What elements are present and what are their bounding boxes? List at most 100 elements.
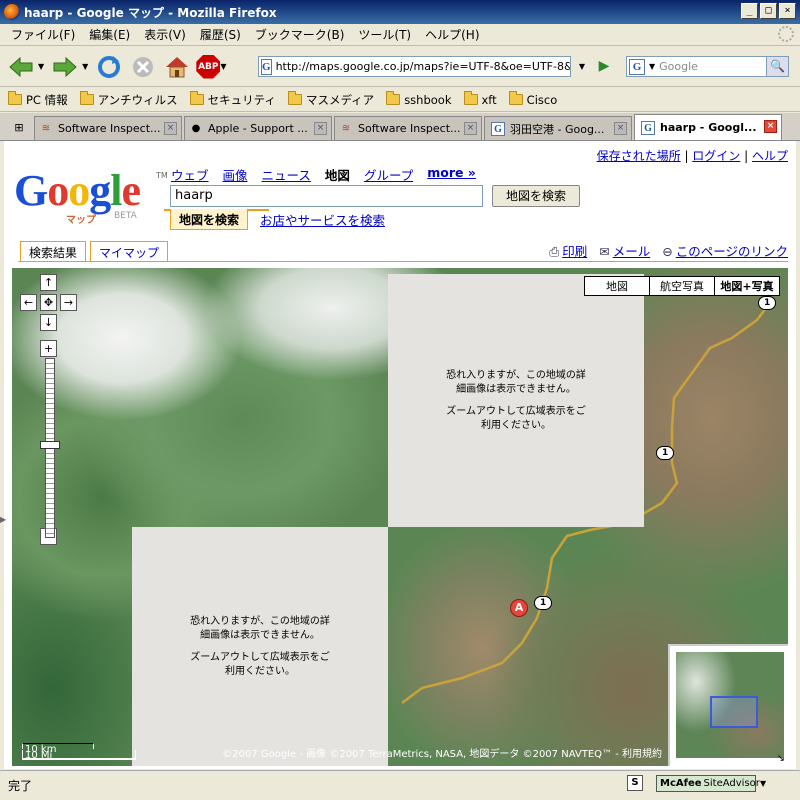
print-link[interactable]: 印刷 xyxy=(562,244,587,259)
pan-right-button[interactable]: → xyxy=(60,294,77,311)
help-link[interactable]: ヘルプ xyxy=(752,149,788,163)
mail-link[interactable]: メール xyxy=(613,244,651,259)
search-icon[interactable]: 🔍 xyxy=(766,57,788,76)
menu-tools[interactable]: ツール(T) xyxy=(351,26,418,43)
close-window-button[interactable]: × xyxy=(779,3,796,19)
url-dropdown-icon[interactable]: ▼ xyxy=(573,56,591,77)
maps-search-input[interactable]: haarp xyxy=(170,185,483,207)
browser-tab[interactable]: ≋ Software Inspect... × xyxy=(334,116,482,140)
collapse-overview-icon[interactable]: ↘ xyxy=(777,753,785,764)
folder-icon xyxy=(463,91,478,105)
back-dropdown-icon[interactable]: ▼ xyxy=(38,62,44,71)
nav-web[interactable]: ウェブ xyxy=(171,165,209,184)
reload-icon[interactable] xyxy=(94,52,124,82)
zoom-slider[interactable] xyxy=(40,358,60,538)
logo-tm: TM xyxy=(156,171,168,180)
page-content: 保存された場所 | ログイン | ヘルプ Google TM マップ BETA … xyxy=(4,141,796,769)
menu-bookmarks[interactable]: ブックマーク(B) xyxy=(248,26,352,43)
bookmark-folder[interactable]: xft xyxy=(463,91,497,107)
close-tab-icon[interactable]: × xyxy=(764,120,777,133)
mcafee-label: McAfee xyxy=(660,778,702,789)
tile-message: 恐れ入りますが、この地域の詳細画像は表示できません。 xyxy=(446,369,586,395)
menu-history[interactable]: 履歴(S) xyxy=(193,26,248,43)
maximize-button[interactable]: □ xyxy=(760,3,777,19)
tab-my-maps[interactable]: マイマップ xyxy=(90,241,169,261)
logo-text: Google xyxy=(14,166,141,215)
bookmark-folder[interactable]: PC 情報 xyxy=(8,91,68,108)
nav-news[interactable]: ニュース xyxy=(262,165,311,184)
google-maps-logo[interactable]: Google TM マップ BETA xyxy=(14,166,168,227)
nav-groups[interactable]: グループ xyxy=(364,165,413,184)
bookmark-folder[interactable]: sshbook xyxy=(386,91,452,107)
zoom-in-button[interactable]: + xyxy=(40,340,57,357)
adblock-dropdown-icon[interactable]: ▼ xyxy=(220,62,226,71)
url-input[interactable]: G http://maps.google.co.jp/maps?ie=UTF-8… xyxy=(258,56,571,77)
close-tab-icon[interactable]: × xyxy=(464,122,477,135)
mcafee-siteadvisor-button[interactable]: McAfee SiteAdvisor xyxy=(656,775,760,792)
search-maps-button[interactable]: 地図を検索 xyxy=(492,185,580,207)
menu-edit[interactable]: 編集(E) xyxy=(82,26,137,43)
pan-left-button[interactable]: ← xyxy=(20,294,37,311)
web-search-input[interactable]: G ▼ Google 🔍 xyxy=(626,56,789,77)
satellite-map[interactable]: 恐れ入りますが、この地域の詳細画像は表示できません。 ズームアウトして広域表示を… xyxy=(12,268,788,766)
logo-beta: BETA xyxy=(114,211,137,221)
zoom-slider-handle[interactable] xyxy=(40,441,60,449)
tile-message: ズームアウトして広域表示をご利用ください。 xyxy=(446,405,586,431)
bookmark-label: アンチウィルス xyxy=(97,92,178,107)
bookmark-label: PC 情報 xyxy=(26,92,68,107)
close-tab-icon[interactable]: × xyxy=(164,122,177,135)
bookmark-label: Cisco xyxy=(526,92,558,107)
location-marker-a[interactable]: A xyxy=(510,599,528,617)
home-icon[interactable] xyxy=(162,52,192,82)
nav-images[interactable]: 画像 xyxy=(223,165,248,184)
bookmark-folder[interactable]: セキュリティ xyxy=(189,91,276,108)
forward-dropdown-icon[interactable]: ▼ xyxy=(82,62,88,71)
saved-places-link[interactable]: 保存された場所 xyxy=(597,149,681,163)
bookmark-folder[interactable]: マスメディア xyxy=(287,91,374,108)
go-icon[interactable]: ▶ xyxy=(594,56,614,77)
map-type-map-button[interactable]: 地図 xyxy=(584,276,650,296)
adblock-icon[interactable]: ABP xyxy=(196,54,221,79)
menu-view[interactable]: 表示(V) xyxy=(137,26,193,43)
bookmark-folder[interactable]: Cisco xyxy=(508,91,558,107)
s-extension-icon[interactable]: S xyxy=(627,775,643,791)
nav-more[interactable]: more » xyxy=(427,165,476,184)
search-engine-icon[interactable]: G xyxy=(629,58,645,75)
close-tab-icon[interactable]: × xyxy=(614,122,627,135)
mail-icon: ✉ xyxy=(599,244,610,259)
pan-center-button[interactable]: ✥ xyxy=(40,294,57,311)
tab-search-maps[interactable]: 地図を検索 xyxy=(170,209,249,230)
sidebar-toggle-icon[interactable]: ▶ xyxy=(0,515,6,525)
service-nav: ウェブ 画像 ニュース 地図 グループ more » xyxy=(171,165,476,184)
folder-icon xyxy=(287,91,302,105)
tab-search-business[interactable]: お店やサービスを検索 xyxy=(260,210,385,229)
menu-file[interactable]: ファイル(F) xyxy=(4,26,82,43)
login-link[interactable]: ログイン xyxy=(692,149,740,163)
mcafee-dropdown-icon[interactable]: ▼ xyxy=(760,775,766,792)
pan-up-button[interactable]: ↑ xyxy=(40,274,57,291)
map-type-satellite-button[interactable]: 航空写真 xyxy=(649,276,715,296)
bookmark-folder[interactable]: アンチウィルス xyxy=(79,91,178,108)
browser-tab-active[interactable]: G haarp - Googl... × xyxy=(634,114,782,140)
stop-icon[interactable] xyxy=(128,52,158,82)
back-icon[interactable] xyxy=(6,52,36,82)
overview-viewport-box[interactable] xyxy=(710,696,758,728)
map-type-hybrid-button[interactable]: 地図+写真 xyxy=(714,276,780,296)
bookmark-label: sshbook xyxy=(404,92,452,107)
pan-down-button[interactable]: ↓ xyxy=(40,314,57,331)
page-link[interactable]: このページのリンク xyxy=(676,244,788,259)
engine-dropdown-icon[interactable]: ▼ xyxy=(649,62,655,71)
forward-icon[interactable] xyxy=(50,52,80,82)
minimize-button[interactable]: _ xyxy=(741,3,758,19)
overview-map[interactable]: ↘ xyxy=(668,644,788,766)
browser-tab[interactable]: ≋ Software Inspect... × xyxy=(34,116,182,140)
search-placeholder: Google xyxy=(659,60,698,73)
menu-bar: ファイル(F) 編集(E) 表示(V) 履歴(S) ブックマーク(B) ツール(… xyxy=(0,24,800,46)
close-tab-icon[interactable]: × xyxy=(314,122,327,135)
new-tab-icon[interactable]: ⊞ xyxy=(4,116,34,138)
page-tools: ⎙ 印刷 ✉ メール ⊖ このページのリンク xyxy=(549,241,788,260)
menu-help[interactable]: ヘルプ(H) xyxy=(418,26,486,43)
browser-tab[interactable]: G 羽田空港 - Goog... × xyxy=(484,116,632,140)
browser-tab[interactable]: ● Apple - Support ... × xyxy=(184,116,332,140)
tab-search-results[interactable]: 検索結果 xyxy=(20,241,87,261)
